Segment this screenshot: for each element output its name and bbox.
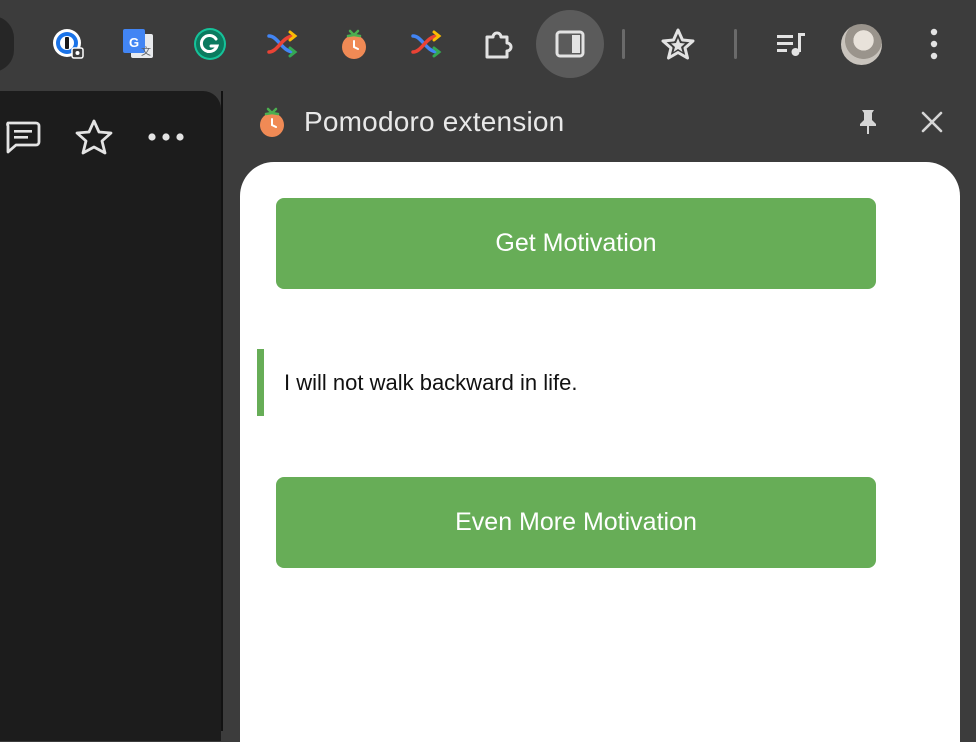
shuffle-extension-icon[interactable] xyxy=(260,22,304,66)
grammarly-icon[interactable] xyxy=(188,22,232,66)
quote-text: I will not walk backward in life. xyxy=(284,369,578,395)
more-dots-icon[interactable] xyxy=(144,115,188,159)
even-more-motivation-button[interactable]: Even More Motivation xyxy=(276,477,876,568)
bookmark-star-icon[interactable] xyxy=(656,22,700,66)
address-bar-edge[interactable] xyxy=(0,16,14,72)
get-motivation-button[interactable]: Get Motivation xyxy=(276,198,876,289)
shuffle-extension-icon-2[interactable] xyxy=(404,22,448,66)
puzzle-extensions-icon[interactable] xyxy=(476,22,520,66)
pane-divider xyxy=(221,91,223,731)
browser-toolbar: G 文 xyxy=(0,0,976,90)
toolbar-separator-2 xyxy=(734,29,737,59)
pomodoro-tomato-icon[interactable] xyxy=(332,22,376,66)
toolbar-separator xyxy=(622,29,625,59)
close-icon[interactable] xyxy=(910,100,954,144)
motivation-quote: I will not walk backward in life. xyxy=(257,349,897,416)
reading-list-icon[interactable] xyxy=(768,22,812,66)
web-page-pane xyxy=(0,91,221,741)
star-icon[interactable] xyxy=(72,115,116,159)
more-menu-icon[interactable] xyxy=(912,22,956,66)
onepassword-icon[interactable] xyxy=(46,22,90,66)
side-panel-content: Get Motivation I will not walk backward … xyxy=(240,162,960,742)
google-translate-icon[interactable]: G 文 xyxy=(116,22,160,66)
side-panel-icon[interactable] xyxy=(548,22,592,66)
svg-text:文: 文 xyxy=(141,45,151,58)
comment-icon[interactable] xyxy=(0,115,44,159)
profile-avatar[interactable] xyxy=(841,24,882,65)
pin-icon[interactable] xyxy=(846,100,890,144)
side-panel-title: Pomodoro extension xyxy=(304,106,565,137)
pomodoro-logo-icon xyxy=(254,104,290,140)
page-header xyxy=(0,91,220,181)
svg-text:G: G xyxy=(129,35,139,50)
